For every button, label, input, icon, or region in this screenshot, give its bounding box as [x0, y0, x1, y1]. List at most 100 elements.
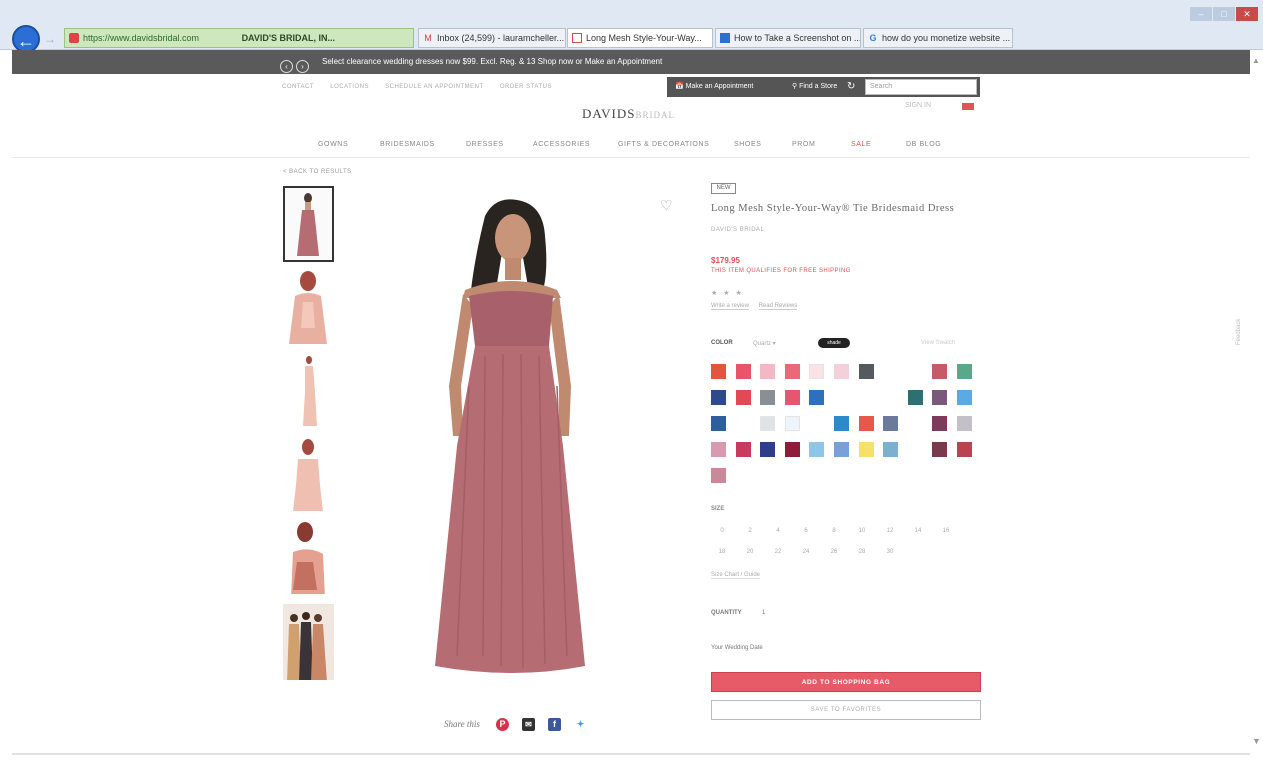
maximize-icon[interactable]: □: [1213, 7, 1235, 21]
save-to-favorites-button[interactable]: SAVE TO FAVORITES: [711, 700, 981, 720]
size-option[interactable]: 4: [768, 528, 788, 534]
scroll-down-icon[interactable]: ▼: [1252, 736, 1261, 746]
color-swatch[interactable]: [784, 416, 800, 431]
promo-message[interactable]: Select clearance wedding dresses now $99…: [322, 50, 662, 74]
facebook-icon[interactable]: f: [548, 718, 561, 731]
size-option[interactable]: 30: [880, 549, 900, 555]
shade-toggle[interactable]: shade: [818, 338, 850, 348]
size-option[interactable]: 26: [824, 549, 844, 555]
thumbnail-5[interactable]: [283, 518, 334, 594]
back-to-results-link[interactable]: < BACK TO RESULTS: [283, 169, 352, 175]
color-swatch[interactable]: [784, 442, 800, 457]
main-product-image[interactable]: [345, 186, 690, 686]
nav-item-dresses[interactable]: DRESSES: [466, 141, 504, 148]
color-swatch[interactable]: [760, 390, 776, 405]
promo-next-icon[interactable]: ›: [296, 60, 309, 73]
nav-item-prom[interactable]: PROM: [792, 141, 815, 148]
color-swatch[interactable]: [784, 364, 800, 379]
view-swatch-link[interactable]: View Swatch: [921, 340, 955, 346]
color-swatch[interactable]: [858, 416, 874, 431]
size-option[interactable]: 18: [712, 549, 732, 555]
color-swatch[interactable]: [760, 416, 776, 431]
search-input[interactable]: Search: [865, 79, 977, 95]
size-option[interactable]: 22: [768, 549, 788, 555]
back-arrow-icon[interactable]: ←: [12, 25, 40, 53]
tab-davids-bridal[interactable]: Long Mesh Style-Your-Way...: [567, 28, 713, 48]
make-appointment-link[interactable]: 📅 Make an Appointment: [675, 77, 753, 97]
thumbnail-4[interactable]: [283, 435, 334, 511]
color-swatch[interactable]: [834, 416, 849, 431]
color-swatch[interactable]: [957, 442, 972, 457]
util-link-appointment[interactable]: SCHEDULE AN APPOINTMENT: [385, 84, 484, 90]
color-swatch[interactable]: [809, 390, 825, 405]
color-swatch[interactable]: [932, 390, 948, 405]
twitter-icon[interactable]: ✦: [574, 718, 587, 731]
tab-google[interactable]: G how do you monetize website ...: [863, 28, 1013, 48]
size-option[interactable]: 14: [908, 528, 928, 534]
brand-logo[interactable]: DAVIDSBRIDAL: [582, 106, 675, 122]
minimize-icon[interactable]: –: [1190, 7, 1212, 21]
size-chart-link[interactable]: Size Chart / Guide: [711, 572, 761, 579]
size-option[interactable]: 20: [740, 549, 760, 555]
thumbnail-1[interactable]: [283, 186, 334, 262]
forward-arrow-icon[interactable]: →: [44, 31, 60, 47]
size-option[interactable]: 0: [712, 528, 732, 534]
size-option[interactable]: 16: [936, 528, 956, 534]
color-swatch[interactable]: [932, 364, 948, 379]
color-swatch[interactable]: [735, 364, 751, 379]
color-swatch[interactable]: [834, 442, 849, 457]
nav-item-blog[interactable]: DB BLOG: [906, 141, 941, 148]
color-select[interactable]: Quartz ▾: [753, 340, 776, 347]
scroll-up-icon[interactable]: ▲: [1252, 56, 1260, 65]
quantity-input[interactable]: 1: [762, 610, 765, 616]
feedback-tab[interactable]: Feedback: [1236, 319, 1242, 345]
color-swatch[interactable]: [957, 416, 972, 431]
account-link[interactable]: SIGN IN: [905, 102, 931, 109]
color-swatch[interactable]: [809, 442, 825, 457]
size-option[interactable]: 8: [824, 528, 844, 534]
nav-item-gowns[interactable]: GOWNS: [318, 141, 348, 148]
color-swatch[interactable]: [711, 416, 726, 431]
color-swatch[interactable]: [760, 442, 776, 457]
color-swatch[interactable]: [834, 364, 849, 379]
refresh-icon[interactable]: ↻: [847, 77, 855, 97]
color-swatch[interactable]: [711, 468, 726, 483]
nav-item-gifts[interactable]: GIFTS & DECORATIONS: [618, 141, 709, 148]
util-link-contact[interactable]: CONTACT: [282, 84, 314, 90]
add-to-bag-button[interactable]: ADD TO SHOPPING BAG: [711, 672, 981, 692]
color-swatch[interactable]: [711, 442, 726, 457]
close-icon[interactable]: ✕: [1236, 7, 1258, 21]
size-option[interactable]: 28: [852, 549, 872, 555]
color-swatch[interactable]: [858, 364, 874, 379]
size-option[interactable]: 10: [852, 528, 872, 534]
color-swatch[interactable]: [932, 442, 948, 457]
color-swatch[interactable]: [711, 364, 726, 379]
color-swatch[interactable]: [735, 390, 751, 405]
color-swatch[interactable]: [784, 390, 800, 405]
color-swatch[interactable]: [809, 364, 825, 379]
color-swatch[interactable]: [883, 416, 899, 431]
size-option[interactable]: 6: [796, 528, 816, 534]
favorite-heart-icon[interactable]: ♡: [660, 197, 673, 214]
nav-item-shoes[interactable]: SHOES: [734, 141, 762, 148]
size-option[interactable]: 12: [880, 528, 900, 534]
write-review-link[interactable]: Write a review: [711, 303, 749, 310]
tab-gmail[interactable]: M Inbox (24,599) - lauramcheller...: [418, 28, 566, 48]
nav-item-sale[interactable]: SALE: [851, 141, 871, 148]
color-swatch[interactable]: [711, 390, 726, 405]
color-swatch[interactable]: [957, 364, 972, 379]
util-link-locations[interactable]: LOCATIONS: [330, 84, 369, 90]
size-option[interactable]: 24: [796, 549, 816, 555]
nav-item-bridesmaids[interactable]: BRIDESMAIDS: [380, 141, 435, 148]
read-reviews-link[interactable]: Read Reviews: [758, 303, 798, 310]
color-swatch[interactable]: [932, 416, 948, 431]
promo-prev-icon[interactable]: ‹: [280, 60, 293, 73]
email-icon[interactable]: ✉: [522, 718, 535, 731]
color-swatch[interactable]: [735, 442, 751, 457]
color-swatch[interactable]: [883, 442, 899, 457]
thumbnail-2[interactable]: [283, 268, 334, 344]
country-flag-icon[interactable]: [962, 103, 974, 110]
address-bar[interactable]: https://www.davidsbridal.com DAVID'S BRI…: [64, 28, 414, 48]
size-option[interactable]: 2: [740, 528, 760, 534]
pinterest-icon[interactable]: P: [496, 718, 509, 731]
